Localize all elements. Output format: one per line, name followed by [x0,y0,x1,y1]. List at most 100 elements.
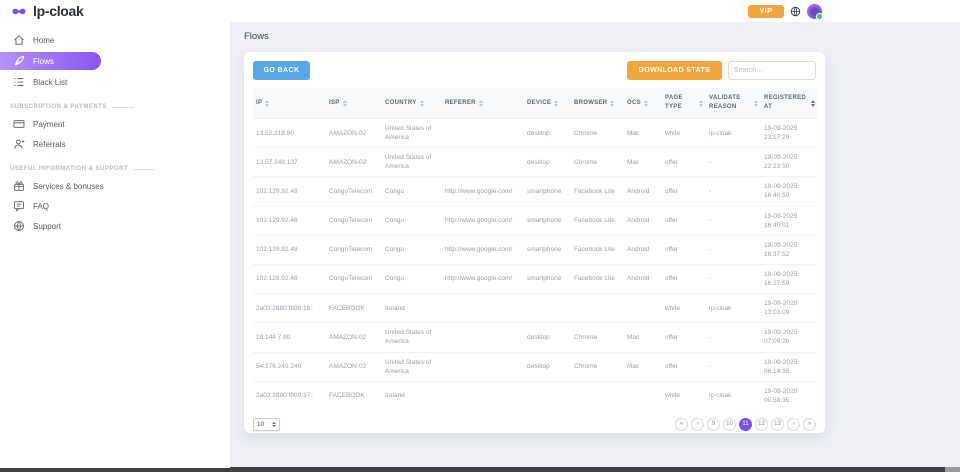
sort-icon[interactable] [811,100,815,107]
column-header-device[interactable]: DEVICE [524,88,571,119]
search-input[interactable] [728,61,816,80]
user-avatar[interactable] [807,4,822,19]
column-header-browser[interactable]: BROWSER [571,88,624,119]
cell-ip: 18.144.7.80 [253,323,326,352]
main-content: Flows GO BACK DOWNLOAD STATS IPISPCOUNTR… [230,22,960,472]
cell-ocs: Android [624,235,662,264]
column-header-country[interactable]: COUNTRY [382,88,442,119]
sort-icon[interactable] [610,100,614,107]
sort-icon[interactable] [754,100,758,107]
table-row[interactable]: 102.129.92.48CongoTelecomCongohttp://www… [253,177,818,206]
sidebar-item-label: Referrals [33,140,65,149]
pagination-page-9[interactable]: 9 [707,418,720,431]
page-size-select[interactable]: 10 [253,418,280,431]
column-label: DEVICE [527,99,551,108]
cell-ip: 2a03:2880:f800:1b:: [253,294,326,323]
sidebar-section-subscription: SUBSCRIPTION & PAYMENTS [10,104,230,110]
cell-isp: AMAZON-02 [326,148,382,177]
cell-ip: 102.129.92.48 [253,177,326,206]
pagination-page-13[interactable]: 13 [771,418,784,431]
cell-isp: AMAZON-02 [326,119,382,148]
cell-registered_at: 19-09-202506:14:35 [761,352,818,381]
cell-registered_at: 19-09-202522:23:50 [761,148,818,177]
pagination-page-11[interactable]: 11 [739,418,752,431]
cell-referer [442,294,524,323]
cell-browser: Facebook Lite [571,235,624,264]
logo[interactable]: lp-cloak [0,3,84,19]
pagination-first[interactable]: « [675,418,688,431]
cell-registered_at: 19-09-202513:03:09 [761,294,818,323]
sort-icon[interactable] [644,100,648,107]
language-globe-icon[interactable] [790,6,801,17]
vip-button[interactable]: VIP [748,5,784,18]
sidebar-item-flows[interactable]: Flows [0,52,101,70]
cell-ip: 102.129.92.48 [253,264,326,293]
cell-country: United States of America [382,352,442,381]
cell-page_type: offer [662,177,706,206]
cell-referer [442,119,524,148]
pagination-page-12[interactable]: 12 [755,418,768,431]
column-header-isp[interactable]: ISP [326,88,382,119]
column-header-referer[interactable]: REFERER [442,88,524,119]
page-size-value: 10 [257,421,264,428]
cell-referer [442,381,524,410]
sidebar-item-home[interactable]: Home [0,30,230,50]
cell-browser: Chrome [571,323,624,352]
table-row[interactable]: 54.176.249.249AMAZON-02United States of … [253,352,818,381]
cell-ocs: Mac [624,148,662,177]
pagination-next[interactable]: › [787,418,800,431]
card-footer: 10 «‹910111213›» [253,418,816,431]
cell-browser [571,294,624,323]
sort-icon[interactable] [343,100,347,107]
top-bar: lp-cloak VIP [0,0,960,22]
cell-validate_reason: lp-cloak [706,119,761,148]
table-row[interactable]: 18.144.7.80AMAZON-02United States of Ame… [253,323,818,352]
sort-icon[interactable] [420,100,424,107]
cell-referer: http://www.google.com/ [442,177,524,206]
column-header-ip[interactable]: IP [253,88,326,119]
sidebar-item-label: Home [33,36,54,45]
table-row[interactable]: 2a03:2880:f800:37::FACEBOOKIrelandwhitel… [253,381,818,410]
column-header-registered_at[interactable]: REGISTERED AT [761,88,818,119]
go-back-button[interactable]: GO BACK [253,61,310,80]
pagination-page-10[interactable]: 10 [723,418,736,431]
sidebar-item-support[interactable]: Support [0,216,230,236]
download-stats-button[interactable]: DOWNLOAD STATS [627,61,722,80]
sidebar-item-payment[interactable]: Payment [0,114,230,134]
cell-country: Ireland [382,294,442,323]
cell-validate_reason: lp-cloak [706,294,761,323]
column-label: IP [256,99,262,108]
table-header-row: IP ISPCOUNTRYREFERERDEVICE BROWSEROCSPAGE … [253,88,818,119]
sidebar-item-black-list[interactable]: Black List [0,72,230,92]
column-header-validate_reason[interactable]: VALIDATE REASON [706,88,761,119]
cell-browser: Facebook Lite [571,264,624,293]
sidebar-item-faq[interactable]: FAQ [0,196,230,216]
table-row[interactable]: 102.129.92.48CongoTelecomCongohttp://www… [253,264,818,293]
table-row[interactable]: 13.57.249.137AMAZON-02United States of A… [253,148,818,177]
toolbar-right: DOWNLOAD STATS [627,61,816,80]
cell-isp: AMAZON-02 [326,352,382,381]
sidebar-item-services-bonuses[interactable]: Services & bonuses [0,176,230,196]
mask-logo-icon [10,6,28,17]
table-row[interactable]: 102.129.92.48CongoTelecomCongohttp://www… [253,235,818,264]
table-row[interactable]: 102.129.92.48CongoTelecomCongohttp://www… [253,206,818,235]
gift-icon [13,180,25,192]
cell-country: United States of America [382,323,442,352]
sidebar-item-referrals[interactable]: Referrals [0,134,230,154]
cell-browser: Facebook Lite [571,206,624,235]
column-header-ocs[interactable]: OCS [624,88,662,119]
cell-isp: CongoTelecom [326,206,382,235]
sort-icon[interactable] [554,100,558,107]
sort-icon[interactable] [265,100,269,107]
column-header-page_type[interactable]: PAGE TYPE [662,88,706,119]
sidebar-item-label: Payment [33,120,65,129]
pagination-prev[interactable]: ‹ [691,418,704,431]
cell-device [524,381,571,410]
pagination-last[interactable]: » [803,418,816,431]
cell-country: United States of America [382,119,442,148]
sort-icon[interactable] [699,100,703,107]
cell-validate_reason: - [706,177,761,206]
table-row[interactable]: 2a03:2880:f800:1b::FACEBOOKIrelandwhitel… [253,294,818,323]
table-row[interactable]: 13.52.218.60AMAZON-02United States of Am… [253,119,818,148]
sort-icon[interactable] [479,100,483,107]
